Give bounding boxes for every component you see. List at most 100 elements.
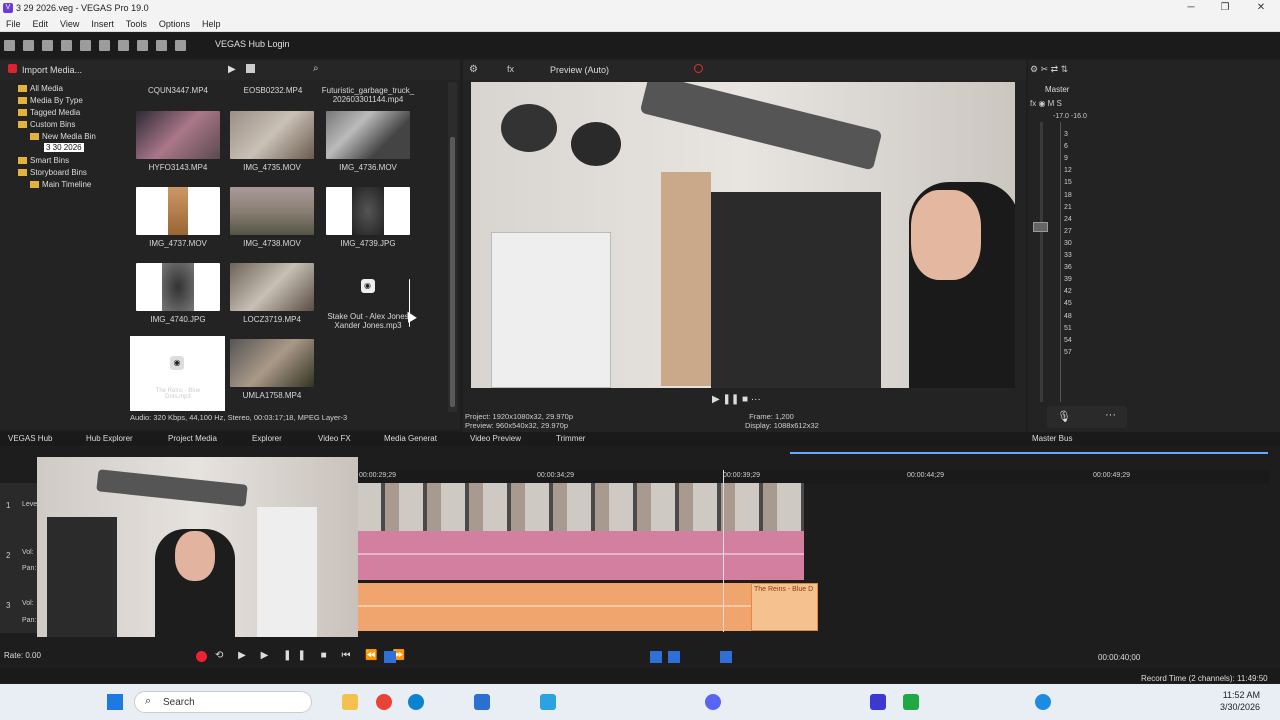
audio-track-clip[interactable] [357,531,804,580]
paste-icon[interactable] [137,40,148,51]
cut-icon[interactable] [99,40,110,51]
import-icon[interactable] [8,64,17,73]
new-project-icon[interactable] [4,40,15,51]
master-fader-track[interactable] [1040,122,1043,402]
copy-icon[interactable] [118,40,129,51]
tab-master-bus[interactable]: Master Bus [1032,434,1072,443]
tree-smart-bins[interactable]: Smart Bins [18,156,69,165]
stop-icon[interactable] [246,64,255,73]
media-item[interactable]: ◉ Stake Out - Alex Jones Xander Jones.mp3 [326,263,410,330]
tab-vegas-hub[interactable]: VEGAS Hub [8,434,52,443]
tree-all-media[interactable]: All Media [18,84,63,93]
menu-view[interactable]: View [54,17,85,29]
tree-media-by-type[interactable]: Media By Type [18,96,83,105]
play-icon[interactable]: ▶ [228,64,236,75]
tab-explorer[interactable]: Explorer [252,434,282,443]
maximize-icon[interactable]: ❐ [1210,2,1240,15]
redo-icon[interactable] [175,40,186,51]
selection-tool-icon[interactable] [668,651,680,663]
master-bottom-controls[interactable]: 🎙 ··· [1047,406,1127,428]
minimize-icon[interactable]: ─ [1176,2,1206,15]
tab-video-fx[interactable]: Video FX [318,434,351,443]
media-item[interactable]: LOCZ3719.MP4 [230,263,314,324]
search-icon[interactable]: ⌕ [313,63,319,74]
tab-hub-explorer[interactable]: Hub Explorer [86,434,133,443]
lock-envelopes-icon[interactable] [720,651,732,663]
tree-tagged-media[interactable]: Tagged Media [18,108,80,117]
media-item[interactable]: IMG_4736.MOV [326,111,410,172]
meter-tick: 48 [1064,312,1072,320]
media-item[interactable]: IMG_4739.JPG [326,187,410,248]
auto-ripple-icon[interactable] [650,651,662,663]
vegas-taskbar-icon[interactable] [870,694,886,710]
more-icon[interactable]: ··· [1105,409,1116,421]
master-controls[interactable]: fx ◉ M S [1030,99,1062,108]
preview-quality-dropdown[interactable]: Preview (Auto) [550,65,609,75]
media-item[interactable]: IMG_4740.JPG [136,263,220,324]
media-scrollbar[interactable] [448,82,457,412]
start-icon[interactable] [107,694,123,710]
meter-tick: 45 [1064,300,1072,308]
open-icon[interactable] [23,40,34,51]
media-item-selected[interactable]: ◉ The Reins - Blue Dots.mp3 [130,336,225,411]
tree-custom-bins[interactable]: Custom Bins [18,120,75,129]
browser-icon[interactable] [1035,694,1051,710]
tree-bin-rename[interactable]: 3 30 2026 [44,143,84,152]
transport-controls[interactable]: ⟲ ▶ ▶ ❚❚ ■ ⏮ ⏪ ⏩ [215,650,411,661]
music-clip-selected[interactable]: The Reins - Blue D [751,583,818,631]
store-icon[interactable] [474,694,490,710]
render-icon[interactable] [61,40,72,51]
tab-media-generators[interactable]: Media Generat [384,434,437,443]
media-item[interactable]: HYFO3143.MP4 [136,111,220,172]
track-vol-label: Vol: [22,600,34,607]
menu-insert[interactable]: Insert [85,17,120,29]
taskbar-search[interactable]: ⌕ Search [134,691,312,713]
chrome-icon[interactable] [376,694,392,710]
tree-storyboard-bins[interactable]: Storyboard Bins [18,168,87,177]
video-track-clip[interactable] [357,483,804,531]
vegas-hub-login[interactable]: VEGAS Hub Login [215,39,290,49]
master-fader-handle[interactable] [1033,222,1048,232]
snap-icon[interactable] [384,651,396,663]
close-icon[interactable]: ✕ [1246,2,1276,15]
properties-icon[interactable] [80,40,91,51]
tree-main-timeline[interactable]: Main Timeline [30,180,91,189]
fx-icon[interactable]: fx [507,64,514,74]
media-item[interactable]: IMG_4737.MOV [136,187,220,248]
record-icon[interactable] [196,651,207,662]
menu-options[interactable]: Options [153,17,196,29]
taskbar-clock[interactable]: 11:52 AM 3/30/2026 [1220,689,1260,713]
file-explorer-icon[interactable] [342,694,358,710]
edge-icon[interactable] [408,694,424,710]
tab-trimmer[interactable]: Trimmer [556,434,585,443]
menu-tools[interactable]: Tools [120,17,153,29]
mic-icon[interactable]: 🎙 [1057,410,1071,423]
media-label: Futuristic_garbage_truck_ 202603301144.m… [321,86,415,104]
music-track-clip[interactable] [357,583,751,631]
media-item[interactable]: UMLA1758.MP4 [230,339,314,400]
tab-video-preview[interactable]: Video Preview [470,434,521,443]
app-icon[interactable] [540,694,556,710]
media-item[interactable]: IMG_4738.MOV [230,187,314,248]
preview-play-icon[interactable]: ▶ ❚❚ ■ ··· [712,394,761,405]
menu-edit[interactable]: Edit [27,17,55,29]
timeline-ruler[interactable]: 00:00:29;29 00:00:34;29 00:00:39;29 00:0… [357,470,1270,484]
save-icon[interactable] [42,40,53,51]
undo-icon[interactable] [156,40,167,51]
import-media-button[interactable]: Import Media... [22,65,82,75]
meter-line [1060,122,1061,402]
meter-tick: 54 [1064,336,1072,344]
record-indicator-icon[interactable] [694,64,703,73]
tree-new-media-bin[interactable]: New Media Bin [30,132,96,141]
master-toolbar-icon[interactable]: ⚙ ✂ ⇄ ⇅ [1030,64,1068,75]
playhead[interactable] [723,470,724,632]
preview-video-frame [471,82,1015,388]
media-item[interactable]: IMG_4735.MOV [230,111,314,172]
discord-icon[interactable] [705,694,721,710]
loop-region[interactable] [790,452,1268,454]
settings-icon[interactable]: ⚙ [469,64,478,75]
menu-help[interactable]: Help [196,17,227,29]
sheets-icon[interactable] [903,694,919,710]
tab-project-media[interactable]: Project Media [168,434,217,443]
menu-file[interactable]: File [0,17,27,29]
